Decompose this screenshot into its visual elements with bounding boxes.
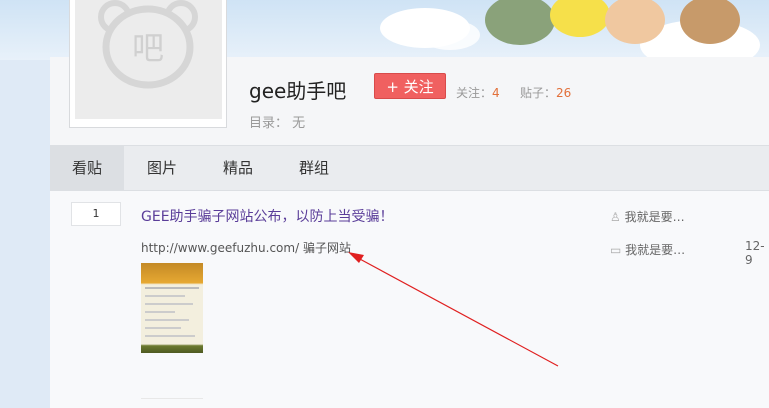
thread-author[interactable]: ♙ 我就是要… xyxy=(610,208,685,225)
tab-images[interactable]: 图片 xyxy=(136,146,188,191)
thread-thumbnail[interactable] xyxy=(141,263,203,353)
thread-date: 12-9 xyxy=(745,239,765,267)
svg-text:吧: 吧 xyxy=(132,29,164,67)
cartoon-illustration xyxy=(485,0,740,45)
thread-title[interactable]: GEE助手骗子网站公布，以防上当受骗！ xyxy=(141,206,394,226)
forum-tabs: 看贴 图片 精品 群组 xyxy=(50,145,769,191)
user-icon: ♙ xyxy=(610,210,621,224)
post-count: 贴子：26 xyxy=(520,86,572,100)
catalog: 目录： 无 xyxy=(249,116,306,131)
forum-avatar[interactable]: 吧 xyxy=(69,0,227,128)
tab-posts[interactable]: 看贴 xyxy=(50,146,124,191)
follow-count: 关注：4 xyxy=(456,86,500,100)
reply-count: 1 xyxy=(71,202,121,226)
divider xyxy=(141,398,203,399)
thread-abstract: http://www.geefuzhu.com/ 骗子网站 xyxy=(141,241,351,255)
forum-logo-icon: 吧 xyxy=(98,0,198,89)
forum-name[interactable]: gee助手吧 xyxy=(249,75,346,104)
thread-last-reply[interactable]: ▭ 我就是要… xyxy=(610,241,685,258)
screenshot-thumbnail-icon xyxy=(145,287,199,337)
tab-featured[interactable]: 精品 xyxy=(212,146,264,191)
comment-icon: ▭ xyxy=(610,243,622,257)
follow-button[interactable]: + 关注 xyxy=(374,73,446,99)
tab-groups[interactable]: 群组 xyxy=(288,146,340,191)
